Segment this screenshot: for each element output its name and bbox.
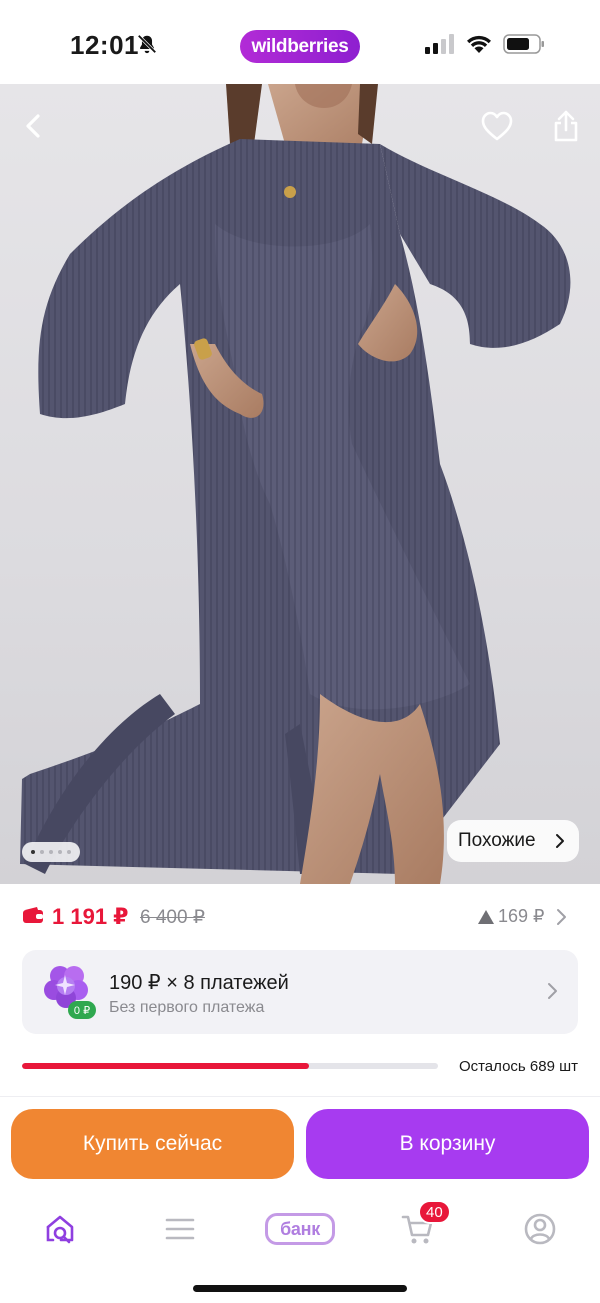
brand-logo: wildberries <box>240 30 360 63</box>
nav-cart[interactable]: 40 <box>388 1200 451 1251</box>
back-button[interactable] <box>12 104 56 148</box>
favorite-button[interactable] <box>475 104 519 148</box>
gallery-dot <box>40 850 44 854</box>
nav-bank[interactable]: банк <box>262 1207 338 1251</box>
buy-now-button[interactable]: Купить сейчас <box>11 1109 294 1179</box>
nav-catalog[interactable] <box>150 1207 210 1251</box>
gallery-dot <box>58 850 62 854</box>
profile-icon <box>524 1213 556 1245</box>
gallery-dots <box>22 842 80 862</box>
bell-off-icon <box>137 34 157 54</box>
stock-remaining: Осталось 689 шт <box>458 1058 578 1075</box>
battery-icon <box>503 34 544 54</box>
triangle-up-icon <box>478 909 494 924</box>
chevron-right-icon <box>548 983 557 999</box>
add-to-cart-button[interactable]: В корзину <box>306 1109 589 1179</box>
chevron-right-icon <box>556 834 564 848</box>
status-bar: 12:01 wildberries <box>0 0 600 84</box>
catalog-menu-icon <box>165 1218 195 1240</box>
signal-icon <box>425 34 454 54</box>
current-price: 1 191 ₽ <box>52 904 129 929</box>
bottom-nav: банк 40 <box>0 1191 600 1303</box>
status-time: 12:01 <box>70 30 139 60</box>
chevron-right-icon[interactable] <box>555 908 567 926</box>
gallery-dot <box>49 850 53 854</box>
cart-count-badge: 40 <box>418 1200 451 1224</box>
old-price: 6 400 ₽ <box>140 907 205 928</box>
installment-subtitle: Без первого платежа <box>109 999 265 1016</box>
bank-icon: банк <box>265 1213 335 1245</box>
heart-icon <box>481 111 513 141</box>
gallery-dot <box>67 850 71 854</box>
similar-button[interactable]: Похожие <box>447 820 579 862</box>
installment-badge: 0 ₽ <box>74 1005 90 1017</box>
clover-icon: 0 ₽ <box>44 966 96 1019</box>
price-section: 1 191 ₽ 6 400 ₽ 169 ₽ 0 ₽ 190 ₽ × 8 плат… <box>0 884 600 1089</box>
installment-card[interactable]: 0 ₽ 190 ₽ × 8 платежей Без первого плате… <box>22 950 578 1034</box>
share-button[interactable] <box>544 104 588 148</box>
home-indicator <box>193 1285 407 1292</box>
price-drop[interactable]: 169 ₽ <box>478 906 545 927</box>
nav-home[interactable] <box>30 1207 90 1251</box>
stock-progress-fill <box>22 1063 310 1069</box>
installment-title: 190 ₽ × 8 платежей <box>109 972 289 994</box>
product-photo <box>20 84 571 884</box>
nav-profile[interactable] <box>510 1207 570 1251</box>
home-search-icon <box>46 1215 74 1244</box>
stock-progress-bar <box>22 1063 438 1069</box>
gallery-dot <box>31 850 35 854</box>
action-bar: Купить сейчас В корзину <box>0 1096 600 1191</box>
back-arrow-icon <box>26 114 40 138</box>
similar-label: Похожие <box>458 830 536 851</box>
wifi-icon <box>467 35 491 53</box>
price-drop-value: 169 ₽ <box>498 906 545 926</box>
wallet-icon <box>23 907 43 923</box>
share-icon <box>554 110 578 142</box>
product-image-gallery[interactable]: Похожие <box>0 84 600 884</box>
